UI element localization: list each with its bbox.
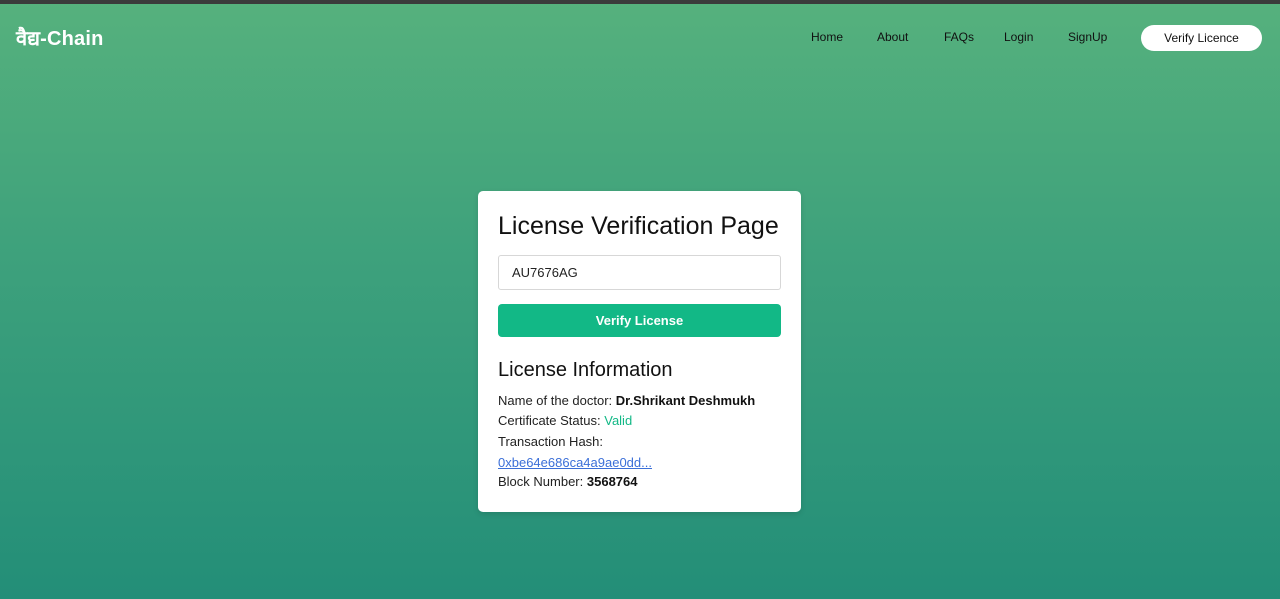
- certificate-status-label: Certificate Status:: [498, 413, 601, 428]
- nav-signup-link[interactable]: SignUp: [1068, 30, 1107, 44]
- navbar: वैद्य-Chain Home About FAQs Login SignUp…: [0, 4, 1280, 72]
- page-title: License Verification Page: [498, 212, 779, 240]
- block-number-label: Block Number:: [498, 474, 584, 489]
- block-number-row: Block Number: 3568764: [498, 474, 638, 489]
- doctor-name-label: Name of the doctor:: [498, 393, 613, 408]
- verify-licence-nav-button[interactable]: Verify Licence: [1141, 25, 1262, 51]
- transaction-hash-link[interactable]: 0xbe64e686ca4a9ae0dd...: [498, 455, 652, 470]
- certificate-status-row: Certificate Status: Valid: [498, 413, 632, 428]
- transaction-hash-label: Transaction Hash:: [498, 434, 604, 449]
- nav-faqs-link[interactable]: FAQs: [944, 30, 974, 44]
- license-number-input[interactable]: [498, 255, 781, 290]
- verify-license-button[interactable]: Verify License: [498, 304, 781, 337]
- block-number-value: 3568764: [586, 474, 638, 489]
- nav-about-link[interactable]: About: [877, 30, 908, 44]
- verification-card: License Verification Page Verify License…: [478, 191, 801, 512]
- nav-login-link[interactable]: Login: [1004, 30, 1033, 44]
- license-info-title: License Information: [498, 359, 673, 381]
- nav-links: Home About FAQs Login SignUp: [0, 30, 1280, 50]
- nav-home-link[interactable]: Home: [811, 30, 843, 44]
- certificate-status-value: Valid: [604, 413, 633, 428]
- doctor-name-value: Dr.Shrikant Deshmukh: [615, 393, 756, 408]
- doctor-name-row: Name of the doctor: Dr.Shrikant Deshmukh: [498, 393, 755, 408]
